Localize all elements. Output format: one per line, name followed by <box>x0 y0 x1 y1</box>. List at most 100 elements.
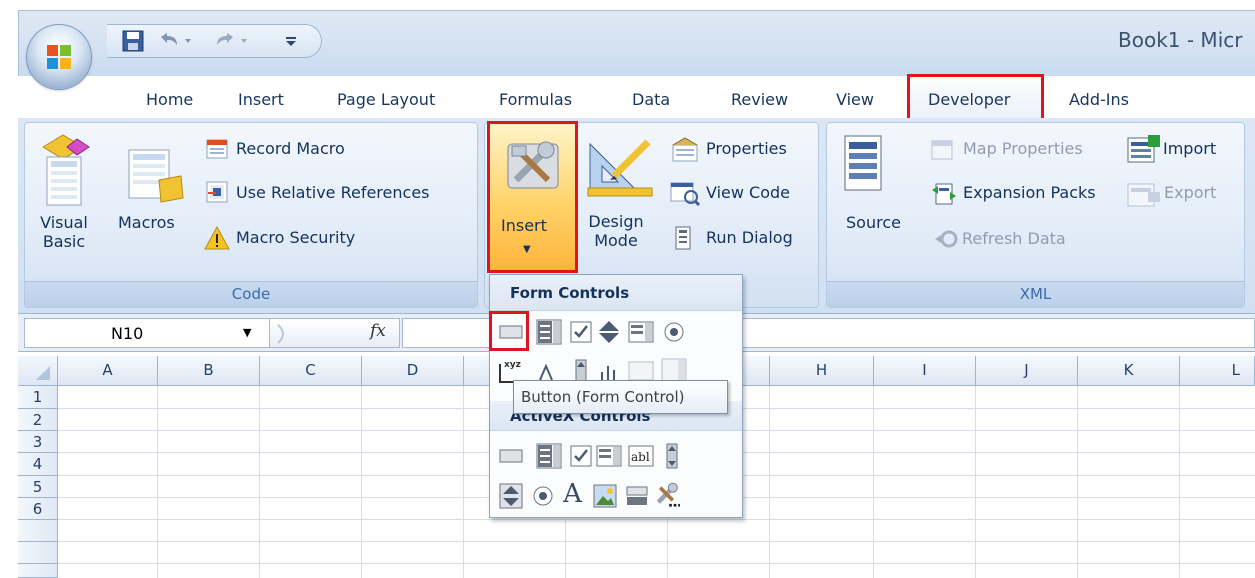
export-button[interactable]: Export <box>1164 183 1216 202</box>
name-box-value: N10 <box>111 324 144 343</box>
insert-button[interactable]: Insert ▼ <box>487 121 578 273</box>
refresh-data-icon <box>935 230 958 248</box>
xml-group-label: XML <box>827 281 1244 307</box>
map-properties-icon <box>931 140 953 160</box>
visual-basic-icon <box>42 134 90 206</box>
svg-text:xyz: xyz <box>504 360 521 370</box>
name-box-dropdown-icon[interactable]: ▼ <box>243 326 251 339</box>
insert-label: Insert <box>501 216 547 235</box>
code-group-label: Code <box>25 281 477 307</box>
grid-line <box>259 386 260 578</box>
activex-command-button-icon[interactable] <box>497 442 524 469</box>
record-macro-icon <box>206 139 228 159</box>
properties-icon <box>672 137 698 162</box>
column-header-a[interactable]: A <box>58 356 158 386</box>
tab-add-ins[interactable]: Add-Ins <box>1069 90 1129 112</box>
source-icon <box>844 135 882 191</box>
grid-line <box>463 386 464 578</box>
tab-home[interactable]: Home <box>146 90 193 112</box>
grid-line <box>58 519 1255 520</box>
row-header-6[interactable]: 6 <box>18 498 58 520</box>
refresh-data-button[interactable]: Refresh Data <box>962 229 1066 248</box>
tab-page-layout[interactable]: Page Layout <box>337 90 435 112</box>
button-form-control-tooltip: Button (Form Control) <box>513 380 728 414</box>
row-header-4[interactable]: 4 <box>18 453 58 476</box>
tab-insert[interactable]: Insert <box>238 90 284 112</box>
customize-qat-icon[interactable] <box>283 28 299 54</box>
activex-text-box-icon[interactable]: abl <box>627 442 654 469</box>
run-dialog-button[interactable]: Run Dialog <box>706 228 793 247</box>
tab-data[interactable]: Data <box>632 90 670 112</box>
view-code-button[interactable]: View Code <box>706 183 790 202</box>
grid-line <box>58 541 1255 542</box>
row-header-3[interactable]: 3 <box>18 431 58 453</box>
row-header-9[interactable] <box>18 564 58 578</box>
tab-developer[interactable]: Developer <box>928 90 1010 112</box>
activex-more-controls-icon[interactable] <box>653 480 680 507</box>
insert-dropdown-arrow-icon: ▼ <box>523 244 531 255</box>
office-logo-icon <box>47 45 71 69</box>
activex-list-box-icon[interactable] <box>595 442 622 469</box>
column-header-k[interactable]: K <box>1078 356 1180 386</box>
activex-check-box-icon[interactable] <box>567 442 594 469</box>
form-combo-box-icon[interactable] <box>535 318 562 345</box>
design-mode-label-1: Design <box>588 212 644 231</box>
form-option-button-icon[interactable] <box>660 318 687 345</box>
tab-review[interactable]: Review <box>731 90 788 112</box>
column-header-b[interactable]: B <box>158 356 260 386</box>
row-header-2[interactable]: 2 <box>18 409 58 431</box>
tab-view[interactable]: View <box>836 90 874 112</box>
column-header-d[interactable]: D <box>362 356 464 386</box>
expansion-packs-button[interactable]: Expansion Packs <box>963 183 1096 202</box>
row-header-1[interactable]: 1 <box>18 386 58 409</box>
use-relative-references-icon <box>206 181 228 203</box>
save-icon[interactable] <box>121 28 145 54</box>
select-all-button[interactable] <box>18 356 58 386</box>
record-macro-button[interactable]: Record Macro <box>236 139 345 158</box>
form-check-box-icon[interactable] <box>567 318 594 345</box>
source-button[interactable]: Source <box>846 213 901 232</box>
formula-bar-resize-icon[interactable] <box>276 323 292 345</box>
undo-icon[interactable] <box>157 28 195 54</box>
column-header-h[interactable]: H <box>770 356 874 386</box>
use-relative-references-button[interactable]: Use Relative References <box>236 183 430 202</box>
visual-basic-label-2: Basic <box>42 232 86 251</box>
activex-scroll-bar-icon[interactable] <box>658 442 685 469</box>
activex-image-icon[interactable] <box>591 482 618 509</box>
macro-security-icon <box>204 225 230 250</box>
map-properties-button[interactable]: Map Properties <box>963 139 1083 158</box>
run-dialog-icon <box>675 226 691 250</box>
activex-spin-button-icon[interactable] <box>497 482 524 509</box>
activex-label-icon[interactable]: A <box>559 479 586 509</box>
activex-combo-box-icon[interactable] <box>535 442 562 469</box>
macros-button[interactable]: Macros <box>118 213 175 232</box>
column-header-l[interactable]: L <box>1180 356 1255 386</box>
activex-toggle-button-icon[interactable] <box>623 482 650 509</box>
redo-icon[interactable] <box>213 28 251 54</box>
visual-basic-button[interactable]: Visual Basic <box>40 213 88 251</box>
grid-line <box>1179 386 1180 578</box>
name-box[interactable]: N10 ▼ <box>24 318 270 348</box>
column-header-j[interactable]: J <box>976 356 1078 386</box>
column-header-c[interactable]: C <box>260 356 362 386</box>
view-code-icon <box>670 182 700 206</box>
tab-formulas[interactable]: Formulas <box>499 90 572 112</box>
import-button[interactable]: Import <box>1163 139 1216 158</box>
macro-security-button[interactable]: Macro Security <box>236 228 355 247</box>
form-list-box-icon[interactable] <box>627 318 654 345</box>
activex-option-button-icon[interactable] <box>529 482 556 509</box>
formula-bar-controls: fx <box>270 318 400 348</box>
properties-button[interactable]: Properties <box>706 139 787 158</box>
insert-function-icon[interactable]: fx <box>370 321 386 341</box>
export-icon <box>1127 183 1160 207</box>
column-header-i[interactable]: I <box>874 356 976 386</box>
grid-line <box>873 386 874 578</box>
row-header-5[interactable]: 5 <box>18 476 58 498</box>
row-header-7[interactable] <box>18 520 58 542</box>
row-header-8[interactable] <box>18 542 58 564</box>
grid-line <box>1077 386 1078 578</box>
macros-icon <box>128 149 184 203</box>
design-mode-button[interactable]: Design Mode <box>586 212 646 250</box>
form-spin-button-icon[interactable] <box>595 318 622 345</box>
office-button[interactable] <box>27 25 91 89</box>
